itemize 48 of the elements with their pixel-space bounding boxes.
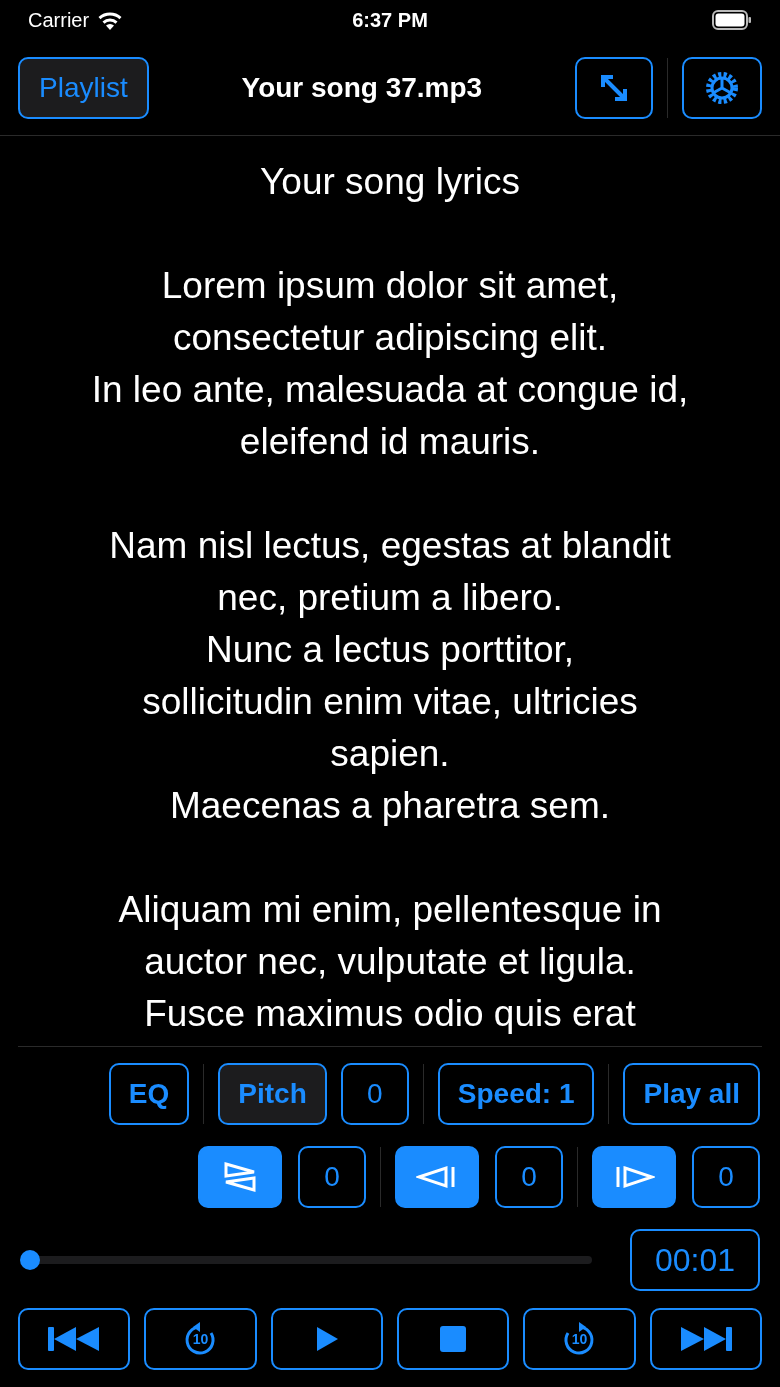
back-button[interactable]: 10 xyxy=(144,1308,257,1370)
lyric-line: Nam nisl lectus, egestas at blandit xyxy=(109,524,671,568)
control-button[interactable]: Play all xyxy=(623,1063,760,1125)
fullscreen-button[interactable] xyxy=(575,56,653,119)
loop-value: 0 xyxy=(692,1146,760,1208)
loop-value: 0 xyxy=(495,1146,563,1208)
lyric-line: Aliquam mi enim, pellentesque in xyxy=(118,888,662,932)
clock-label: 6:37 PM xyxy=(352,8,428,33)
progress-slider[interactable] xyxy=(20,1250,592,1270)
playlist-button[interactable]: Playlist xyxy=(18,56,149,119)
time-display: 00:01 xyxy=(630,1229,760,1291)
control-button[interactable]: Speed: 1 xyxy=(437,1063,595,1125)
lyric-line: nec, pretium a libero. xyxy=(217,576,563,620)
loop-toggle-button[interactable] xyxy=(592,1146,676,1208)
lyric-line: In leo ante, malesuada at congue id, xyxy=(91,368,689,412)
seconds-label: 10 xyxy=(192,1332,209,1346)
triangle-bar-icon xyxy=(416,1165,458,1189)
stop-icon xyxy=(439,1325,468,1353)
lyric-line: Lorem ipsum dolor sit amet, xyxy=(161,264,619,308)
lyric-line: sapien. xyxy=(330,732,450,776)
lyric-line: auctor nec, vulputate et ligula. xyxy=(144,940,636,984)
lyric-line: Nunc a lectus porttitor, xyxy=(205,628,575,672)
battery-icon xyxy=(712,10,752,30)
play-button[interactable] xyxy=(270,1308,383,1370)
lyric-line: sollicitudin enim vitae, ultricies xyxy=(142,680,638,724)
next-button[interactable] xyxy=(649,1308,762,1370)
lyrics-title: Your song lyrics xyxy=(260,160,520,204)
stop-button[interactable] xyxy=(397,1308,510,1370)
pitch-value: 0 xyxy=(340,1063,409,1125)
wifi-icon xyxy=(97,10,124,30)
control-button[interactable]: EQ xyxy=(108,1063,190,1125)
rewind-circle-icon xyxy=(183,1322,218,1356)
settings-icon xyxy=(704,69,740,106)
lyric-line: Fusce maximus odio quis erat xyxy=(144,992,636,1036)
lyric-line: eleifend id mauris. xyxy=(239,420,541,464)
loop-toggle-button[interactable] xyxy=(395,1146,479,1208)
forward-button[interactable]: 10 xyxy=(523,1308,636,1370)
triangles-icon xyxy=(223,1161,257,1193)
loop-toggle-button[interactable] xyxy=(198,1146,282,1208)
seconds-label: 10 xyxy=(571,1332,588,1346)
lyric-line: consectetur adipiscing elit. xyxy=(173,316,607,360)
control-button[interactable]: Pitch xyxy=(218,1063,327,1125)
loop-value: 0 xyxy=(298,1146,366,1208)
settings-button[interactable] xyxy=(682,56,762,119)
lyric-line: Maecenas a pharetra sem. xyxy=(169,784,611,828)
carrier-label: Carrier xyxy=(28,8,90,33)
previous-button[interactable] xyxy=(18,1308,131,1370)
song-title: Your song 37.mp3 xyxy=(240,70,484,105)
